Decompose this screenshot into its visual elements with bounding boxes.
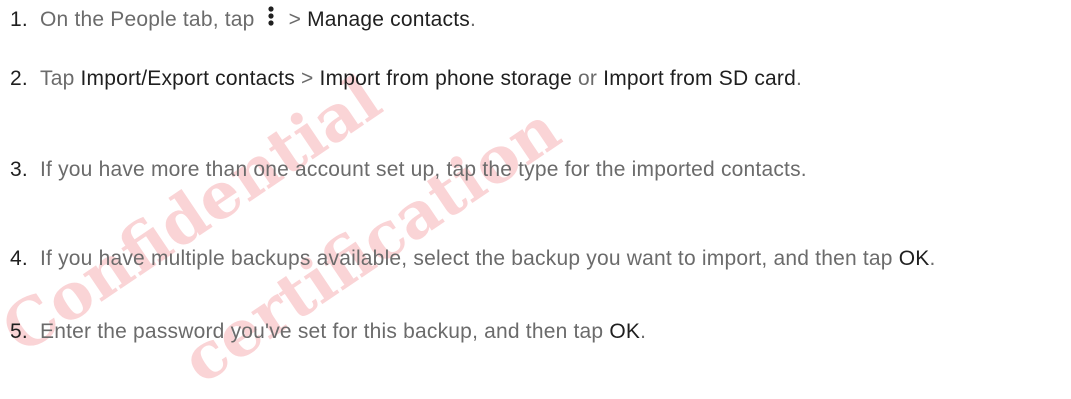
step-2: 2. Tap Import/Export contacts > Import f… [10, 63, 1060, 95]
ui-term-manage-contacts: Manage contacts [307, 8, 470, 31]
ui-term-import-from-sd-card: Import from SD card [603, 67, 796, 90]
step-text-part: Enter the password you've set for this b… [40, 320, 610, 343]
overflow-menu-icon [267, 6, 274, 26]
step-3: 3. If you have more than one account set… [10, 154, 1060, 186]
step-text-part: > [294, 67, 320, 90]
step-text-part: . [470, 8, 477, 31]
step-number: 4. [10, 247, 28, 270]
step-1: 1. On the People tab, tap > Manage contac… [10, 4, 1060, 36]
step-number: 1. [10, 8, 28, 31]
step-text: On the People tab, tap > Manage contacts. [40, 4, 1060, 36]
step-4: 4. If you have multiple backups availabl… [10, 243, 1060, 275]
step-5: 5. Enter the password you've set for thi… [10, 316, 1060, 348]
ui-term-ok: OK [609, 320, 641, 343]
step-text-part: On the People tab, tap [40, 8, 255, 31]
step-number: 2. [10, 67, 28, 90]
step-text-part: Tap [40, 67, 81, 90]
step-text: Tap Import/Export contacts > Import from… [40, 63, 1060, 95]
step-number: 5. [10, 320, 28, 343]
step-text-part: > [288, 8, 308, 31]
step-text: If you have multiple backups available, … [40, 243, 1060, 275]
step-number: 3. [10, 158, 28, 181]
step-text-part: . [929, 247, 936, 270]
ui-term-import-from-phone-storage: Import from phone storage [319, 67, 572, 90]
step-text: Enter the password you've set for this b… [40, 316, 1060, 348]
step-text-part: . [640, 320, 647, 343]
ui-term-ok: OK [898, 247, 930, 270]
step-text-part: If you have multiple backups available, … [40, 247, 899, 270]
step-text-part: or [572, 67, 604, 90]
step-text: If you have more than one account set up… [40, 158, 807, 181]
step-text-part: . [796, 67, 803, 90]
ui-term-import-export-contacts: Import/Export contacts [80, 67, 295, 90]
